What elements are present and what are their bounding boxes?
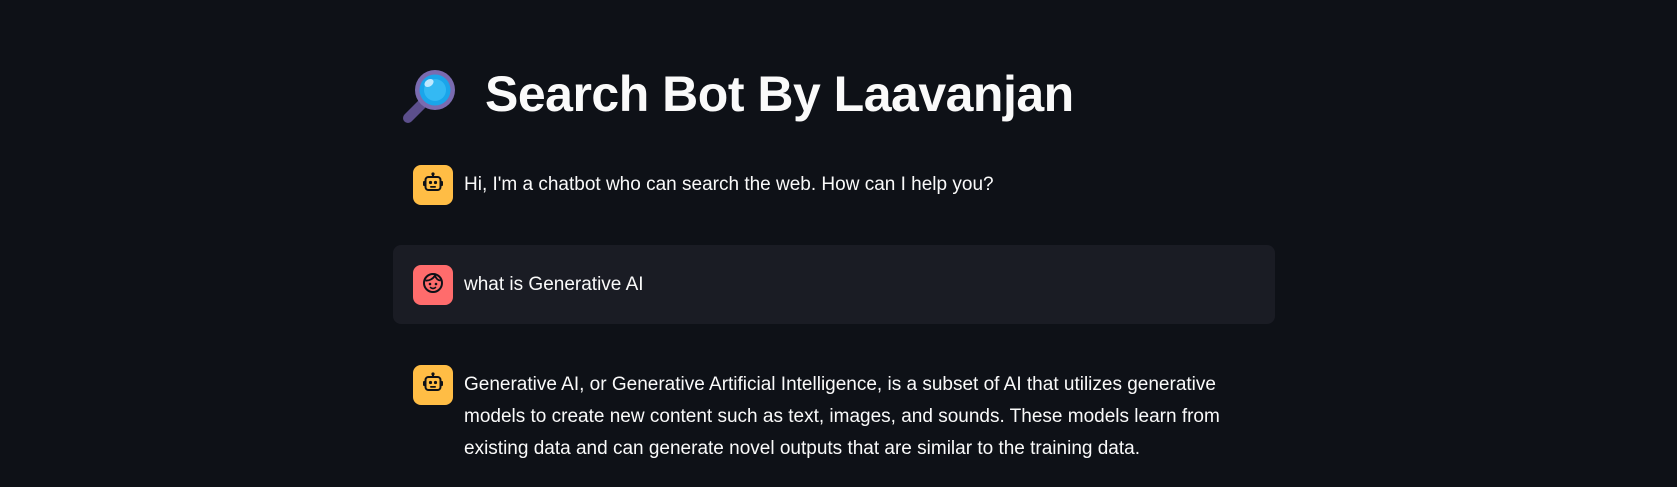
chat-message-assistant: Generative AI, or Generative Artificial … (393, 365, 1275, 465)
magnifying-glass-icon (401, 63, 463, 125)
chat-message-user: what is Generative AI (393, 245, 1275, 324)
user-avatar (413, 265, 453, 305)
message-text: what is Generative AI (464, 274, 644, 295)
robot-icon (421, 371, 445, 400)
face-icon (421, 271, 445, 300)
robot-icon (421, 171, 445, 200)
page-title: Search Bot By Laavanjan (485, 66, 1074, 122)
page-header: Search Bot By Laavanjan (401, 58, 1074, 130)
message-text: Hi, I'm a chatbot who can search the web… (464, 174, 994, 195)
message-text: Generative AI, or Generative Artificial … (464, 374, 1220, 459)
assistant-avatar (413, 365, 453, 405)
assistant-avatar (413, 165, 453, 205)
chat-message-assistant: Hi, I'm a chatbot who can search the web… (393, 165, 1275, 205)
